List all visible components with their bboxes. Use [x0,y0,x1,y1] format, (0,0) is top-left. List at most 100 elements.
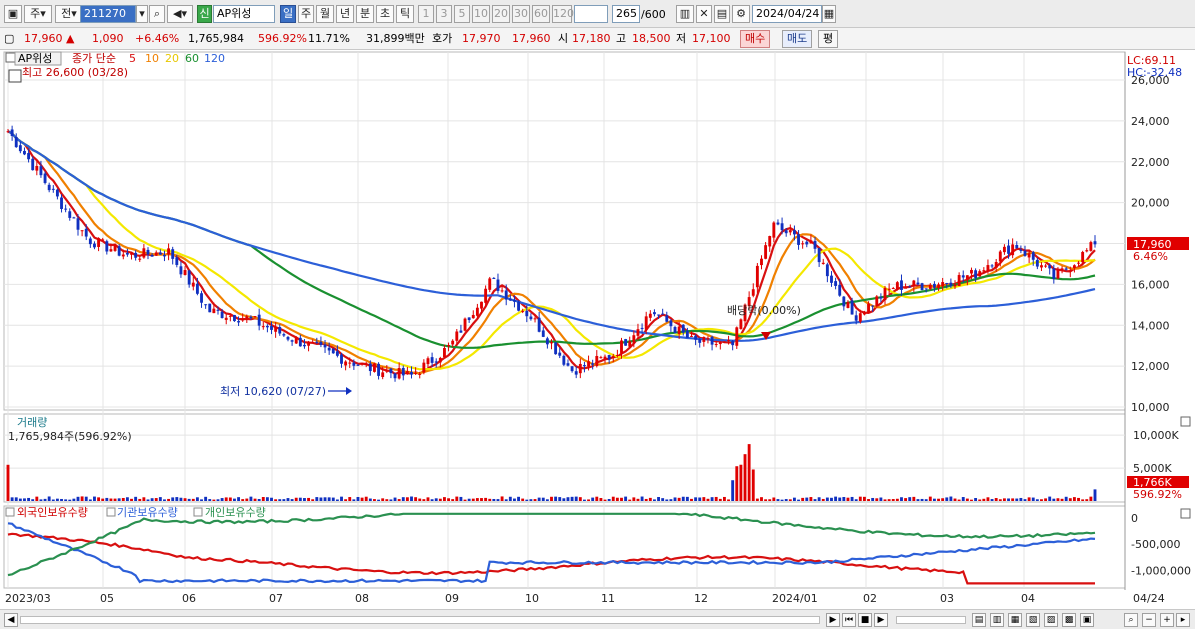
type-select[interactable]: 전▾ [55,5,83,23]
interval-120[interactable]: 120 [552,5,574,23]
interval-30[interactable]: 30 [512,5,530,23]
panel-menu-icon[interactable] [5,52,16,63]
candle-body [751,289,755,296]
code-dropdown-icon[interactable]: ▾ [136,5,148,23]
layout-6-icon[interactable]: ▩ [1062,613,1076,627]
candle-body [23,150,26,155]
candle-body [949,282,953,286]
candle-body [574,371,578,375]
zoom-magnifier-icon[interactable]: ⌕ [1124,613,1138,627]
volume-bar [611,496,615,501]
sell-button[interactable]: 매도 [782,30,813,48]
layout-4-icon[interactable]: ▧ [1026,613,1040,627]
volume-bar [599,498,603,501]
volume-bar [286,498,290,501]
scroll-right-end-icon[interactable]: ▸ [1176,613,1190,627]
volume-bar [377,499,381,501]
holdings-panel-close-icon[interactable] [1180,508,1191,519]
candle-body [249,316,253,318]
trade-amount: 31,899백만 [366,32,425,45]
calendar-tool-icon[interactable] [8,69,22,83]
zoom-track[interactable] [896,616,966,624]
candle-body [937,284,940,288]
gear-icon[interactable]: ⚙ [732,5,750,23]
volume-bar [809,497,813,501]
interval-5[interactable]: 5 [454,5,470,23]
eval-button[interactable]: 평 [818,30,839,48]
speaker-icon[interactable]: ◀▾ [167,5,193,23]
crosshair-icon[interactable]: ✕ [696,5,712,23]
search-icon[interactable]: ⌕ [149,5,165,23]
layout-7-icon[interactable]: ▣ [1080,613,1094,627]
candle-body [233,314,236,322]
volume-bar [895,498,899,501]
volume-bar [265,497,269,501]
volume-bar [467,498,471,501]
interval-20[interactable]: 20 [492,5,510,23]
layout-2-icon[interactable]: ▥ [990,613,1004,627]
x-tick-label: 09 [445,592,459,605]
volume-bar [821,498,825,501]
layout-3-icon[interactable]: ▦ [1008,613,1022,627]
candle-body [854,315,858,321]
interval-3[interactable]: 3 [436,5,452,23]
scroll-right-icon[interactable]: ▶ [826,613,840,627]
candle-body [315,341,319,343]
volume-bar [1077,497,1080,501]
stock-name-field[interactable]: AP위성 [213,5,275,23]
save-icon[interactable]: ▤ [714,5,730,23]
volume-panel-close-icon[interactable] [1180,416,1191,427]
custom-interval-field[interactable] [574,5,608,23]
layout-5-icon[interactable]: ▨ [1044,613,1058,627]
candle-body [142,248,146,258]
candle-body [492,277,496,279]
volume-bar [945,497,949,501]
volume-bar [430,499,434,501]
candle-body [270,325,273,330]
candle-body [1060,268,1064,270]
candle-body [356,364,360,366]
scroll-play-icon[interactable]: ▶ [874,613,888,627]
interval-10[interactable]: 10 [472,5,490,23]
volume-bar [792,497,796,501]
period-week[interactable]: 주 [298,5,314,23]
count-input[interactable]: 265 [612,5,640,23]
candle-type-icon[interactable]: ▥ [676,5,694,23]
volume-bar [323,497,327,501]
candle-body [760,258,763,266]
code-input[interactable]: 211270 [80,5,136,23]
layout-1-icon[interactable]: ▤ [972,613,986,627]
period-month[interactable]: 월 [316,5,334,23]
options-icon[interactable]: ▢ [4,32,14,46]
volume-bar [941,498,945,501]
market-select[interactable]: 주▾ [24,5,52,23]
scroll-track[interactable] [20,616,820,624]
period-minute[interactable]: 분 [356,5,374,23]
interval-1[interactable]: 1 [418,5,434,23]
layout-icon[interactable]: ▣ [4,5,22,23]
date-input[interactable]: 2024/04/24 [752,5,822,23]
volume-bar [488,498,492,501]
volume-bar [578,497,582,501]
calendar-icon[interactable]: ▦ [822,5,836,23]
candle-body [978,271,982,277]
volume-bar [47,496,51,501]
zoom-in-icon[interactable]: + [1160,613,1174,627]
chart-scrollbar[interactable]: ◀ ▶ ⏮ ■ ▶ ▤ ▥ ▦ ▧ ▨ ▩ ▣ ⌕ − + ▸ [0,609,1195,629]
zoom-out-icon[interactable]: − [1142,613,1156,627]
period-day[interactable]: 일 [280,5,296,23]
chart-canvas[interactable]: 26,00024,00022,00020,00018,00016,00014,0… [0,50,1195,609]
volume-bar [31,499,35,501]
scroll-left-icon[interactable]: ◀ [4,613,18,627]
scroll-stop-icon[interactable]: ■ [858,613,872,627]
hoga-label: 호가 [432,32,453,45]
volume-bar [270,497,273,501]
period-second[interactable]: 초 [376,5,394,23]
period-year[interactable]: 년 [336,5,354,23]
scroll-first-icon[interactable]: ⏮ [842,613,856,627]
interval-60[interactable]: 60 [532,5,550,23]
volume-bar [261,497,265,501]
volume-bar [97,497,101,501]
period-tick[interactable]: 틱 [396,5,414,23]
buy-button[interactable]: 매수 [740,30,771,48]
